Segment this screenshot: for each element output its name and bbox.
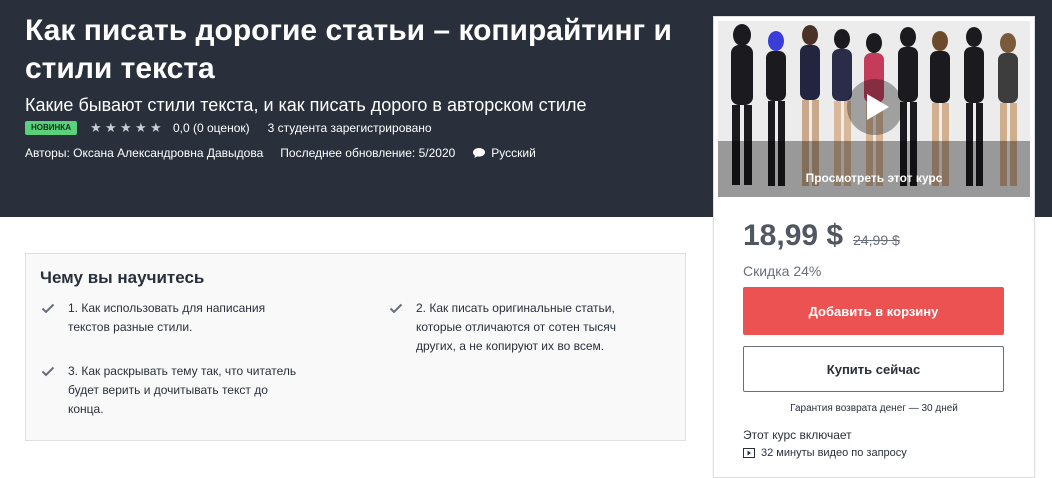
rating-row: НОВИНКА ★ ★ ★ ★ ★ 0,0 (0 оценок) 3 студе… bbox=[25, 120, 432, 136]
students-count: 3 студента зарегистрировано bbox=[267, 121, 432, 135]
checkmark-icon bbox=[41, 366, 55, 377]
course-subtitle: Какие бывают стили текста, и как писать … bbox=[25, 95, 587, 115]
what-you-will-learn: Чему вы научитесь 1. Как использовать дл… bbox=[25, 253, 686, 441]
star-icon: ★ bbox=[89, 120, 102, 136]
star-icon: ★ bbox=[104, 120, 117, 136]
play-button[interactable] bbox=[847, 79, 903, 135]
price-row: 18,99 $ 24,99 $ bbox=[743, 219, 900, 253]
checkmark-icon bbox=[41, 303, 55, 314]
includes-item-text: 32 минуты видео по запросу bbox=[761, 447, 907, 459]
speech-bubble-icon bbox=[473, 148, 486, 158]
video-icon bbox=[743, 448, 755, 458]
authors-link[interactable]: Авторы: Оксана Александровна Давыдова bbox=[25, 146, 263, 160]
includes-title: Этот курс включает bbox=[743, 428, 852, 442]
star-icon: ★ bbox=[119, 120, 132, 136]
course-title: Как писать дорогие статьи – копирайтинг … bbox=[25, 14, 672, 85]
money-back-guarantee: Гарантия возврата денег — 30 дней bbox=[790, 403, 958, 414]
current-price: 18,99 $ bbox=[743, 219, 844, 252]
discount-text: Скидка 24% bbox=[743, 263, 822, 279]
learn-item: 2. Как писать оригинальные статьи, котор… bbox=[389, 299, 649, 356]
learn-item: 1. Как использовать для написания тексто… bbox=[41, 299, 301, 337]
buy-now-button[interactable]: Купить сейчас bbox=[743, 346, 1004, 392]
learn-item-text: 3. Как раскрывать тему так, что читатель… bbox=[68, 364, 297, 416]
checkmark-icon bbox=[389, 303, 403, 314]
includes-item: 32 минуты видео по запросу bbox=[743, 447, 907, 459]
meta-row: Авторы: Оксана Александровна Давыдова По… bbox=[25, 145, 536, 161]
learn-item: 3. Как раскрывать тему так, что читатель… bbox=[41, 362, 301, 419]
star-icon: ★ bbox=[149, 120, 162, 136]
learn-item-text: 1. Как использовать для написания тексто… bbox=[68, 301, 266, 334]
learn-title: Чему вы научитесь bbox=[40, 268, 205, 287]
last-update: Последнее обновление: 5/2020 bbox=[280, 146, 456, 160]
add-to-cart-button[interactable]: Добавить в корзину bbox=[743, 287, 1004, 335]
purchase-card: Просмотреть этот курс 18,99 $ 24,99 $ Ск… bbox=[713, 16, 1035, 478]
new-badge: НОВИНКА bbox=[25, 121, 77, 135]
course-preview[interactable]: Просмотреть этот курс bbox=[718, 21, 1030, 197]
course-language: Русский bbox=[491, 146, 536, 160]
play-icon bbox=[867, 94, 889, 120]
rating-text[interactable]: 0,0 (0 оценок) bbox=[173, 121, 250, 135]
learn-item-text: 2. Как писать оригинальные статьи, котор… bbox=[416, 301, 616, 353]
original-price: 24,99 $ bbox=[853, 232, 900, 248]
preview-label[interactable]: Просмотреть этот курс bbox=[718, 171, 1030, 185]
rating-stars: ★ ★ ★ ★ ★ bbox=[90, 122, 165, 135]
star-icon: ★ bbox=[134, 120, 147, 136]
